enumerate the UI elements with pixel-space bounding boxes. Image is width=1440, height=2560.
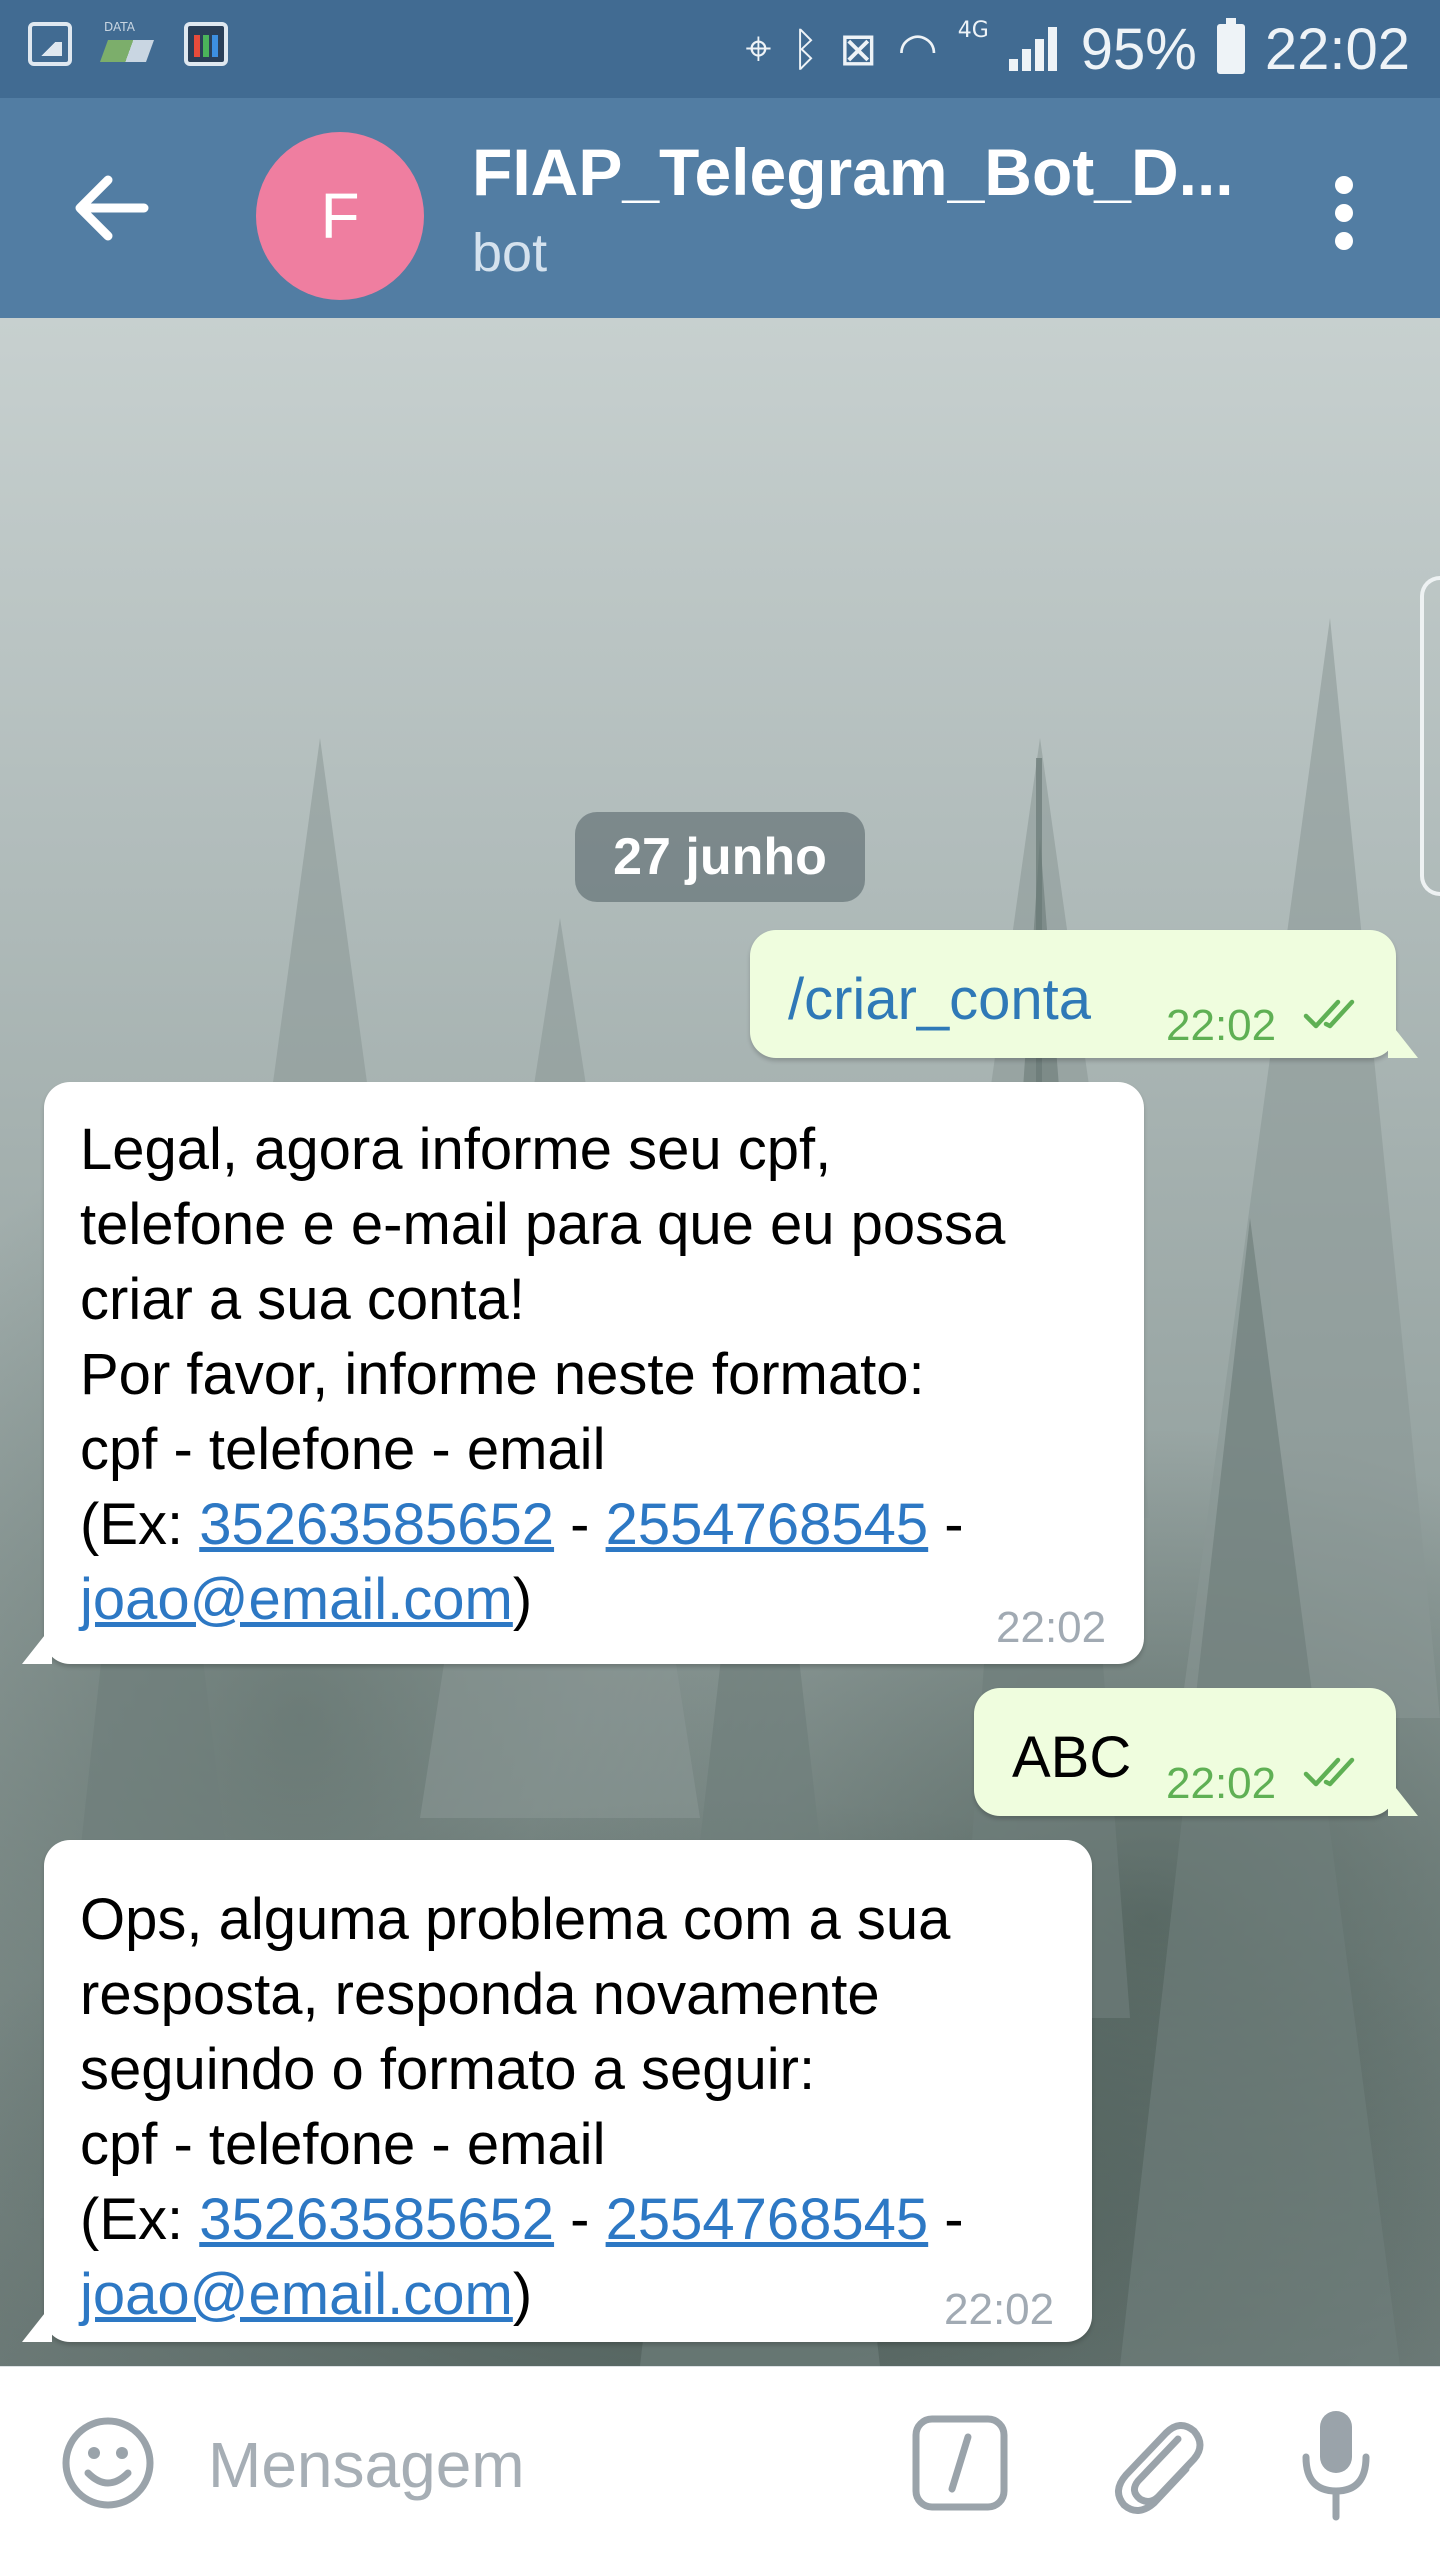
separator-text: - (554, 2187, 606, 2252)
network-type: 4G (957, 18, 989, 43)
phone-link[interactable]: 2554768545 (606, 1492, 929, 1557)
back-arrow-icon (75, 175, 149, 241)
battery-icon (1216, 18, 1245, 74)
message-bubble-outgoing[interactable]: ABC 22:02 (974, 1688, 1418, 1816)
email-link[interactable]: joao@email.com (80, 1567, 513, 1632)
vibrate-mute-icon: ⊠ (839, 22, 878, 76)
separator-text: - (944, 2187, 964, 2252)
back-button[interactable] (60, 158, 160, 258)
battery-percent: 95% (1080, 16, 1197, 82)
chat-header: F FIAP_Telegram_Bot_D... bot (0, 98, 1440, 318)
emoji-button[interactable] (58, 2413, 158, 2513)
data-label: DATA (104, 20, 135, 34)
message-text: ABC (1012, 1725, 1132, 1790)
attach-button[interactable] (1100, 2409, 1210, 2519)
message-text-end: ) (512, 2262, 533, 2327)
paperclip-icon (1115, 2422, 1204, 2514)
message-time: 22:02 (1166, 1001, 1277, 1050)
more-options-button[interactable] (1314, 168, 1374, 258)
phone-link[interactable]: 35263585652 (199, 2187, 554, 2252)
double-check-icon (1303, 1757, 1355, 1787)
message-text[interactable]: /criar_conta (788, 962, 1091, 1037)
wifi-icon: ◠ (897, 22, 938, 76)
voice-message-button[interactable] (1296, 2407, 1376, 2523)
chat-avatar[interactable]: F (256, 132, 424, 300)
message-text-body: Legal, agora informe seu cpf, telefone e… (80, 1117, 1006, 1557)
double-check-icon (1303, 999, 1355, 1029)
location-icon: ⌖ (745, 21, 772, 75)
message-bubble-outgoing[interactable]: /criar_conta 22:02 (750, 930, 1418, 1058)
status-bar: DATA ⌖ ᛒ ⊠ ◠ 4G 95% 22:02 (0, 0, 1440, 98)
more-vertical-icon (1314, 176, 1374, 250)
message-composer (0, 2366, 1440, 2560)
phone-link[interactable]: 35263585652 (199, 1492, 554, 1557)
message-time: 22:02 (1166, 1759, 1277, 1808)
microphone-icon (1302, 2411, 1370, 2521)
message-input[interactable] (208, 2417, 848, 2513)
message-time: 22:02 (996, 1603, 1107, 1652)
bot-commands-button[interactable] (910, 2413, 1010, 2513)
message-text: Ops, alguma problema com a sua resposta,… (80, 1882, 1080, 2332)
system-status: ⌖ ᛒ ⊠ ◠ 4G 95% 22:02 (746, 14, 1411, 84)
system-monitor-icon (184, 22, 228, 66)
message-text: Legal, agora informe seu cpf, telefone e… (80, 1112, 1120, 1637)
gallery-notification-icon (28, 22, 72, 66)
message-time: 22:02 (944, 2285, 1055, 2334)
bot-command-icon (912, 2415, 1008, 2511)
scroll-handle[interactable] (1420, 576, 1440, 896)
message-text-end: ) (512, 1567, 533, 1632)
separator-text: - (554, 1492, 606, 1557)
notification-icons: DATA (28, 20, 228, 66)
chat-subtitle: bot (472, 223, 548, 283)
clock: 22:02 (1264, 16, 1410, 82)
chat-title[interactable]: FIAP_Telegram_Bot_D... (472, 134, 1272, 210)
signal-strength-icon (1008, 27, 1061, 71)
message-bubble-incoming[interactable]: Legal, agora informe seu cpf, telefone e… (22, 1082, 1144, 1664)
email-link[interactable]: joao@email.com (80, 2262, 513, 2327)
bluetooth-icon: ᛒ (791, 22, 820, 76)
message-bubble-incoming[interactable]: Ops, alguma problema com a sua resposta,… (22, 1840, 1092, 2342)
emoji-icon (62, 2417, 154, 2509)
phone-link[interactable]: 2554768545 (606, 2187, 929, 2252)
date-separator: 27 junho (575, 812, 865, 902)
data-usage-icon: DATA (99, 20, 155, 66)
separator-text: - (944, 1492, 964, 1557)
